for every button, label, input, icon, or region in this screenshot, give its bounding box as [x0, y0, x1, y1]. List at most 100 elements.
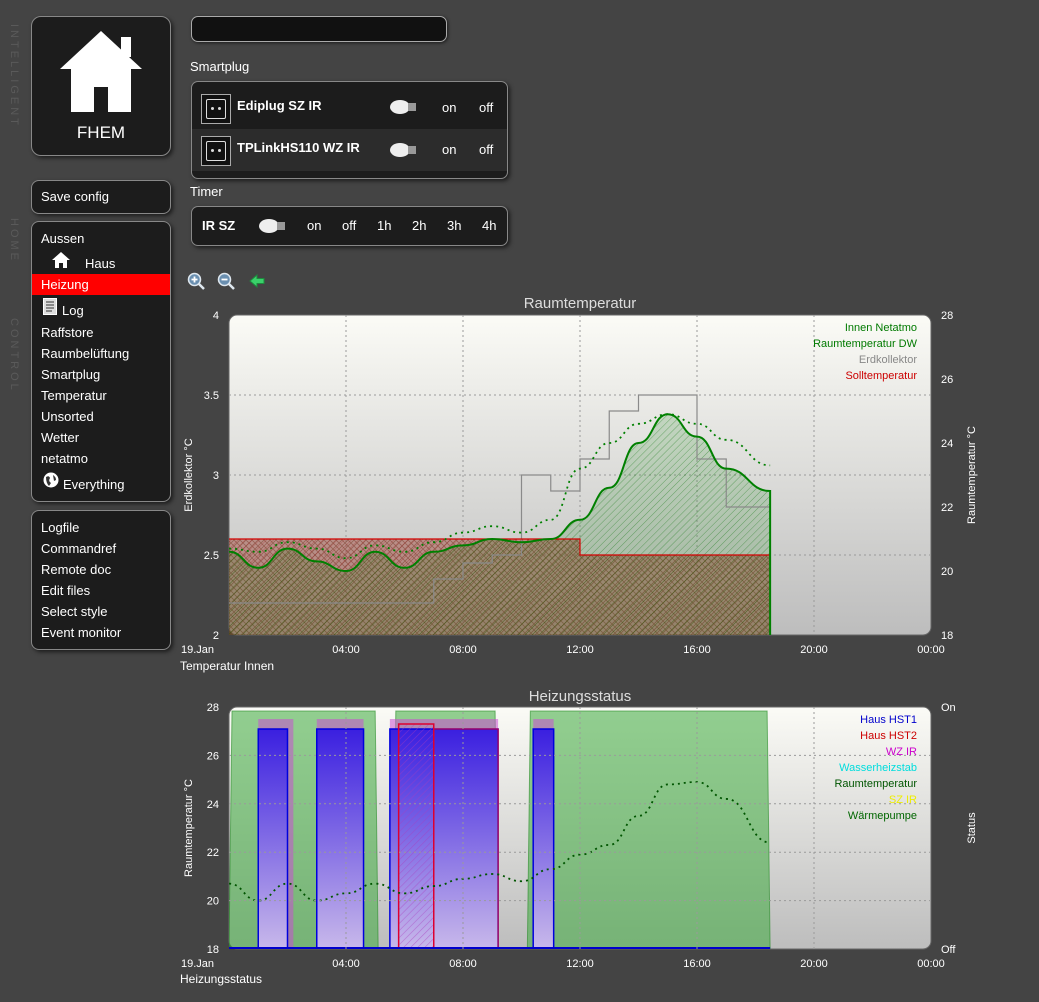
back-arrow-icon[interactable] — [248, 272, 266, 290]
save-config-button[interactable]: Save config — [32, 186, 170, 207]
fhem-logo[interactable]: FHEM — [31, 16, 171, 156]
wz-ir-on-area[interactable] — [258, 719, 294, 949]
y-right-axis-label: Status — [966, 812, 978, 844]
wz-ir-on-area[interactable] — [533, 719, 554, 949]
y-right-tick-label: 28 — [941, 310, 953, 322]
on-button[interactable]: on — [442, 87, 456, 129]
y-left-tick-label: 3 — [213, 470, 219, 482]
device-name[interactable]: Ediplug SZ IR — [237, 85, 322, 127]
wz-ir-on-area[interactable] — [389, 719, 499, 949]
light-bulb-icon[interactable] — [258, 218, 288, 234]
room-everything[interactable]: Everything — [32, 469, 170, 496]
legend-entry[interactable]: Haus HST2 — [860, 730, 917, 742]
room-netatmo[interactable]: netatmo — [32, 448, 170, 469]
house-icon — [60, 31, 142, 112]
room-temperatur[interactable]: Temperatur — [32, 385, 170, 406]
legend-entry[interactable]: Wärmepumpe — [848, 810, 917, 822]
haus-hst2-on-area[interactable] — [433, 728, 499, 949]
waermepumpe-on-area[interactable] — [229, 710, 379, 949]
room-label: Raumbelüftung — [41, 346, 130, 361]
wz-ir-on-area[interactable] — [316, 719, 364, 949]
y-left-tick-label: 24 — [207, 799, 219, 811]
power-socket-icon[interactable] — [201, 94, 231, 124]
legend-entry[interactable]: SZ IR — [889, 794, 917, 806]
device-name[interactable]: TPLinkHS110 WZ IR — [237, 127, 360, 169]
room-smartplug[interactable]: Smartplug — [32, 364, 170, 385]
y-left-tick-label: 2 — [213, 630, 219, 642]
tools-menu: Logfile Commandref Remote doc Edit files… — [31, 510, 171, 650]
legend-entry[interactable]: Erdkollektor — [859, 354, 917, 366]
command-input[interactable] — [191, 16, 447, 42]
legend-entry[interactable]: WZ IR — [886, 746, 917, 758]
off-button[interactable]: off — [342, 207, 356, 245]
haus-hst1-on-area[interactable] — [389, 728, 499, 949]
room-aussen[interactable]: Aussen — [32, 228, 170, 249]
chart2-title: Heizungsstatus — [528, 688, 632, 705]
commandref-link[interactable]: Commandref — [32, 538, 170, 559]
chart1-plot-background — [228, 314, 932, 636]
x-tick-label: 16:00 — [683, 644, 711, 656]
chart1-footer: Temperatur Innen — [180, 659, 275, 673]
on-button[interactable]: on — [307, 207, 321, 245]
room-wetter[interactable]: Wetter — [32, 427, 170, 448]
x-tick-label: 08:00 — [449, 644, 477, 656]
legend-entry[interactable]: Innen Netatmo — [845, 322, 917, 334]
room-raumbelueftung[interactable]: Raumbelüftung — [32, 343, 170, 364]
timer-3h-button[interactable]: 3h — [447, 207, 461, 245]
room-label: Aussen — [41, 231, 85, 246]
zoom-in-icon[interactable] — [187, 272, 205, 290]
globe-icon — [43, 472, 59, 488]
room-raffstore[interactable]: Raffstore — [32, 322, 170, 343]
x-tick-label: 19.Jan — [181, 644, 214, 656]
raumtemperatur-dw-line[interactable] — [229, 413, 772, 635]
erdkollektor-line[interactable] — [229, 394, 771, 604]
off-button[interactable]: off — [479, 87, 493, 129]
raumtemperatur-line[interactable] — [229, 781, 771, 902]
device-name[interactable]: IR SZ — [202, 207, 235, 245]
light-bulb-icon[interactable] — [389, 142, 419, 158]
logfile-link[interactable]: Logfile — [32, 517, 170, 538]
innen-netatmo-line[interactable] — [229, 413, 771, 560]
room-label: Wetter — [41, 430, 80, 445]
legend-entry[interactable]: Raumtemperatur DW — [813, 338, 918, 350]
legend-entry[interactable]: Haus HST1 — [860, 714, 917, 726]
legend-entry[interactable]: Solltemperatur — [845, 370, 917, 382]
y-left-tick-label: 18 — [207, 944, 219, 956]
x-tick-label: 16:00 — [683, 958, 711, 970]
waermepumpe-on-area[interactable] — [392, 710, 499, 949]
y-right-tick-label: 22 — [941, 502, 953, 514]
legend-entry[interactable]: Wasserheizstab — [839, 762, 917, 774]
waermepumpe-on-area[interactable] — [526, 710, 771, 949]
event-monitor-link[interactable]: Event monitor — [32, 622, 170, 643]
haus-hst1-on-area[interactable] — [316, 728, 365, 949]
x-tick-label: 00:00 — [917, 958, 945, 970]
haus-hst1-on-area[interactable] — [257, 728, 289, 949]
room-heizung[interactable]: Heizung — [32, 274, 170, 295]
timer-2h-button[interactable]: 2h — [412, 207, 426, 245]
solltemperatur-line[interactable] — [229, 538, 771, 556]
room-haus[interactable]: Haus — [32, 249, 170, 274]
timer-1h-button[interactable]: 1h — [377, 207, 391, 245]
on-button[interactable]: on — [442, 129, 456, 171]
select-style-link[interactable]: Select style — [32, 601, 170, 622]
y-right-tick-label: 20 — [941, 566, 953, 578]
room-unsorted[interactable]: Unsorted — [32, 406, 170, 427]
remote-doc-link[interactable]: Remote doc — [32, 559, 170, 580]
off-button[interactable]: off — [479, 129, 493, 171]
room-label: Everything — [63, 477, 125, 492]
x-tick-label: 00:00 — [917, 644, 945, 656]
house-icon — [52, 252, 70, 268]
room-log[interactable]: Log — [32, 295, 170, 322]
room-label: Temperatur — [41, 388, 107, 403]
timer-group-label: Timer — [190, 184, 223, 199]
timer-4h-button[interactable]: 4h — [482, 207, 496, 245]
haus-hst2-on-area[interactable] — [397, 723, 435, 949]
haus-hst1-on-area[interactable] — [532, 728, 555, 949]
edit-files-link[interactable]: Edit files — [32, 580, 170, 601]
power-socket-icon[interactable] — [201, 136, 231, 166]
y-right-axis-label: Raumtemperatur °C — [966, 426, 978, 524]
room-label: Raffstore — [41, 325, 94, 340]
legend-entry[interactable]: Raumtemperatur — [834, 778, 917, 790]
zoom-out-icon[interactable] — [217, 272, 235, 290]
light-bulb-icon[interactable] — [389, 99, 419, 115]
